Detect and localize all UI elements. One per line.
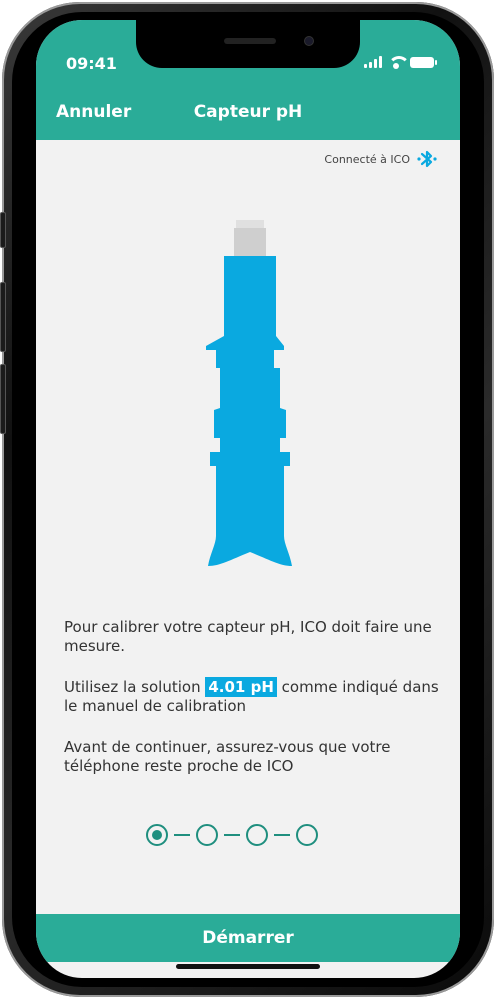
status-time: 09:41 <box>66 54 117 73</box>
instruction-solution-before: Utilisez la solution <box>64 678 206 696</box>
battery-icon <box>410 57 437 68</box>
instruction-proximity: Avant de continuer, assurez-vous que vot… <box>64 738 391 775</box>
step-connector <box>224 834 240 836</box>
sensor-upper-body <box>206 256 284 368</box>
volume-up-button <box>0 282 6 352</box>
home-indicator[interactable] <box>176 964 320 969</box>
front-camera <box>304 36 314 46</box>
volume-down-button <box>0 364 6 434</box>
step-connector <box>174 834 190 836</box>
step-connector <box>274 834 290 836</box>
instruction-measure: Pour calibrer votre capteur pH, ICO doit… <box>64 618 432 655</box>
cancel-button[interactable]: Annuler <box>56 102 131 122</box>
instruction-solution: Utilisez la solution 4.01 pH comme indiq… <box>64 677 444 716</box>
signal-icon <box>364 56 382 68</box>
bluetooth-icon <box>417 150 437 168</box>
connection-text: Connecté à ICO <box>324 152 410 166</box>
step-1-dot <box>146 824 168 846</box>
step-3-dot <box>246 824 268 846</box>
step-4-dot <box>296 824 318 846</box>
sensor-lower-body <box>208 368 292 566</box>
step-2-dot <box>196 824 218 846</box>
app-screen: 09:41 Capteur pH Annuler Connecté à ICO … <box>36 20 460 978</box>
ph-sensor-illustration <box>206 220 292 566</box>
sensor-cap <box>234 228 266 256</box>
ph-value-highlight: 4.01 pH <box>205 677 277 697</box>
mute-switch <box>0 212 6 248</box>
app-header: 09:41 Capteur pH Annuler <box>36 20 460 140</box>
notch <box>136 20 360 68</box>
connection-status: Connecté à ICO <box>324 148 438 170</box>
status-icons <box>364 56 437 69</box>
wifi-icon <box>388 56 410 69</box>
start-button[interactable]: Démarrer <box>36 914 460 962</box>
speaker-grille <box>224 38 276 44</box>
step-indicator <box>146 824 318 846</box>
